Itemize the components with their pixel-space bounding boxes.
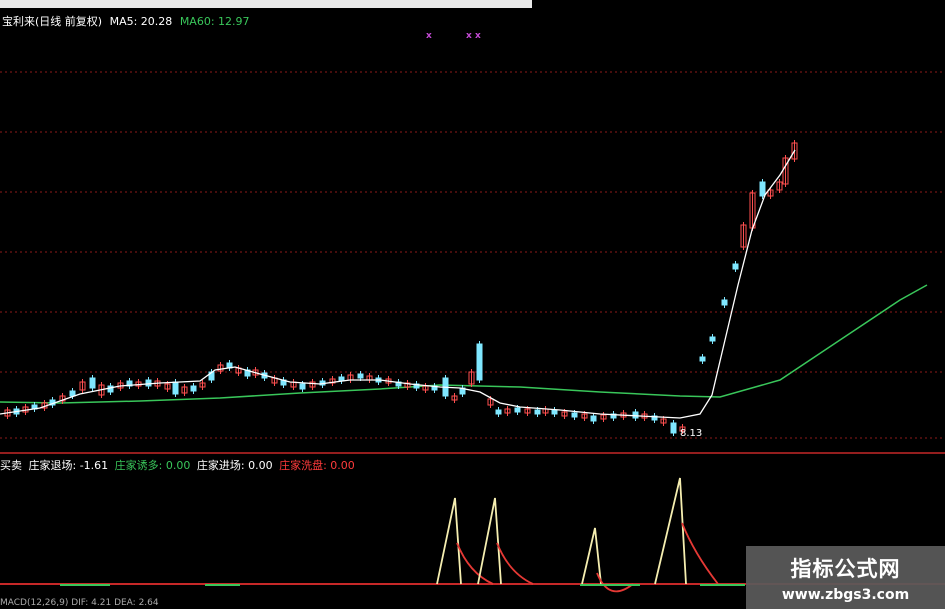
- candle-body: [190, 385, 197, 392]
- candle-body: [495, 409, 502, 415]
- signal-peak: [477, 497, 502, 585]
- candle-body: [721, 299, 728, 306]
- indicator-item: 庄家诱多: 0.00: [114, 459, 191, 472]
- candle-body: [69, 390, 76, 397]
- chart-header: 宝利来(日线 前复权) MA5: 20.28 MA60: 12.97: [2, 13, 254, 29]
- candle-body: [709, 336, 716, 342]
- candle-body: [534, 409, 541, 415]
- indicator-signals: [60, 477, 745, 593]
- chart-canvas[interactable]: [0, 0, 945, 609]
- candle-body: [590, 415, 597, 422]
- signal-decay: [596, 572, 634, 593]
- signal-peak: [436, 497, 462, 585]
- indicator-header: 买卖 庄家退场: -1.61 庄家诱多: 0.00 庄家进场: 0.00 庄家洗…: [0, 457, 358, 473]
- candle-body: [551, 409, 558, 415]
- candle-body: [172, 381, 179, 395]
- candle-body: [732, 263, 739, 270]
- candle-body: [357, 373, 364, 379]
- ma5-curve: [0, 149, 796, 419]
- candlesticks: [4, 140, 798, 436]
- candle-body: [514, 407, 521, 413]
- candle-body: [299, 383, 306, 390]
- signal-peak: [654, 477, 687, 585]
- watermark: 指标公式网 www.zbgs3.com: [746, 546, 945, 609]
- macd-label: MACD(12,26,9) DIF: 4.21 DEA: 2.64: [0, 598, 159, 608]
- indicator-item: 庄家洗盘: 0.00: [279, 459, 355, 472]
- candle-body: [699, 356, 706, 362]
- watermark-title: 指标公式网: [790, 557, 901, 581]
- stock-title: 宝利来(日线 前复权): [2, 15, 103, 28]
- watermark-url: www.zbgs3.com: [781, 587, 910, 603]
- candle-body: [571, 412, 578, 418]
- ma5-line: [0, 149, 796, 419]
- candle-body: [670, 422, 677, 434]
- signal-mark: x: [426, 31, 432, 41]
- ma5-label: MA5: 20.28: [109, 15, 173, 28]
- indicator-item: 庄家退场: -1.61: [28, 459, 109, 472]
- candle-body: [476, 343, 483, 381]
- ma60-line: [0, 284, 928, 404]
- signal-mark: x x: [466, 31, 481, 41]
- indicator-item: 庄家进场: 0.00: [196, 459, 273, 472]
- signal-decay: [681, 522, 719, 585]
- low-price-label: 8.13: [680, 428, 703, 439]
- candle-body: [145, 379, 152, 387]
- grid-lines: [0, 71, 945, 585]
- ma60-curve: [0, 284, 928, 404]
- signal-decay: [496, 542, 534, 585]
- signal-decay: [456, 542, 494, 585]
- indicator-name: 买卖: [0, 459, 22, 472]
- ma60-label: MA60: 12.97: [179, 15, 250, 28]
- candle-body: [89, 377, 96, 389]
- candle-body: [632, 411, 639, 419]
- candle-body: [759, 181, 766, 197]
